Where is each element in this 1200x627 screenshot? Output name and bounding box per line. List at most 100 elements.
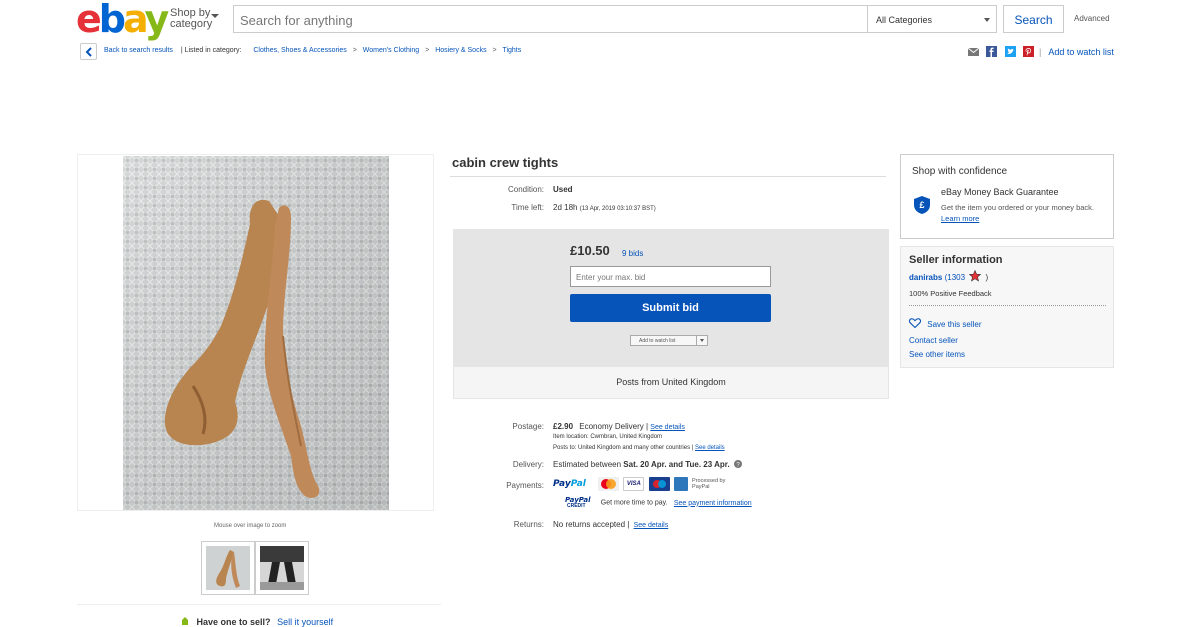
confidence-title: Shop with confidence: [912, 166, 1008, 177]
max-bid-input[interactable]: Enter your max. bid: [570, 266, 771, 287]
back-button[interactable]: [80, 43, 97, 60]
separator: |: [645, 422, 649, 431]
feedback-score-link[interactable]: (1303: [945, 273, 965, 282]
contact-seller-link[interactable]: Contact seller: [909, 336, 958, 345]
breadcrumb-separator: >: [492, 47, 497, 54]
returns-label: Returns:: [513, 520, 544, 529]
returns-value: No returns accepted | See details: [553, 520, 668, 529]
time-left-value: 2d 18h (13 Apr, 2019 03:10:37 BST): [553, 203, 656, 212]
visa-icon: VISA: [623, 477, 645, 491]
twitter-icon[interactable]: [1004, 46, 1016, 57]
paypal-credit-logo: PayPal CREDIT: [565, 496, 591, 510]
posts-to-see-details-link[interactable]: See details: [695, 445, 725, 451]
bid-count-link[interactable]: 9 bids: [622, 249, 643, 258]
chevron-left-icon: [85, 47, 92, 57]
advanced-search-link[interactable]: Advanced: [1074, 14, 1110, 23]
shield-icon: £: [914, 196, 930, 214]
pinterest-icon[interactable]: [1023, 46, 1035, 57]
chevron-down-icon: [211, 14, 219, 18]
postage-label: Postage:: [512, 422, 544, 431]
current-price: £10.50: [570, 243, 610, 258]
thumbnail-2[interactable]: [255, 541, 309, 595]
condition-label: Condition:: [507, 185, 544, 194]
delivery-value: Estimated between Sat. 20 Apr. and Tue. …: [553, 460, 742, 469]
thumbnail-1[interactable]: [201, 541, 255, 595]
payment-methods: PayPal VISA Processed by PayPal: [553, 477, 730, 495]
search-input[interactable]: Search for anything: [233, 5, 868, 33]
breadcrumb: Back to search results | Listed in categ…: [104, 47, 521, 54]
save-seller-link[interactable]: Save this seller: [908, 318, 981, 329]
separator: |: [627, 520, 630, 529]
breadcrumb-item-womens[interactable]: Women's Clothing: [363, 47, 419, 54]
postage-service: Economy Delivery: [579, 422, 644, 431]
search-button[interactable]: Search: [1003, 5, 1064, 33]
shop-with-confidence-panel: Shop with confidence £ eBay Money Back G…: [900, 154, 1114, 239]
see-payment-info-link[interactable]: See payment information: [674, 500, 752, 507]
facebook-icon[interactable]: [986, 46, 998, 57]
time-left: 2d 18h: [553, 203, 578, 212]
postage-see-details-link[interactable]: See details: [650, 424, 685, 431]
amex-icon: [673, 477, 688, 491]
condition-value: Used: [553, 185, 573, 194]
paypal-logo: PayPal: [553, 479, 586, 489]
listed-in-label: | Listed in category:: [180, 47, 242, 54]
ebay-logo[interactable]: ebay: [76, 0, 169, 38]
postage-value: £2.90 Economy Delivery | See details: [553, 422, 685, 431]
breadcrumb-item-clothes[interactable]: Clothes, Shoes & Accessories: [253, 47, 346, 54]
chevron-down-icon: [984, 18, 990, 22]
star-icon: [969, 269, 982, 282]
positive-feedback: 100% Positive Feedback: [909, 289, 992, 298]
breadcrumb-item-tights[interactable]: Tights: [502, 47, 521, 54]
svg-text:£: £: [919, 200, 924, 210]
shop-by-category-button[interactable]: Shop by category: [170, 8, 219, 30]
seller-name-link[interactable]: danirabs: [909, 273, 942, 282]
separator: |: [691, 445, 694, 451]
money-back-guarantee-desc: Get the item you ordered or your money b…: [941, 203, 1094, 223]
category-select[interactable]: All Categories: [867, 5, 997, 33]
time-left-label: Time left:: [511, 203, 544, 212]
money-back-guarantee-title: eBay Money Back Guarantee: [941, 187, 1059, 197]
payments-label: Payments:: [506, 481, 544, 490]
see-other-items-link[interactable]: See other items: [909, 350, 965, 359]
help-icon[interactable]: ?: [733, 460, 742, 469]
main-product-image[interactable]: [123, 156, 389, 510]
returns-see-details-link[interactable]: See details: [634, 522, 669, 529]
sell-it-yourself: Have one to sell? Sell it yourself: [181, 616, 333, 627]
breadcrumb-separator: >: [425, 47, 430, 54]
posts-from: Posts from United Kingdom: [453, 366, 889, 399]
zoom-hint: Mouse over image to zoom: [214, 523, 287, 529]
thumbnail-image: [216, 550, 240, 588]
thumbnail-image: [260, 546, 304, 590]
sell-it-yourself-link[interactable]: Sell it yourself: [277, 617, 333, 627]
image-gallery[interactable]: [77, 154, 434, 511]
tights-photo: [123, 156, 389, 510]
back-to-search-link[interactable]: Back to search results: [104, 47, 173, 54]
add-to-watch-list-top: | Add to watch list: [1039, 47, 1114, 57]
posts-to-text: Posts to: United Kingdom and many other …: [553, 445, 691, 451]
heart-icon: [908, 318, 922, 329]
category-label: category: [170, 18, 213, 30]
add-to-watch-list-button[interactable]: Add to watch list: [630, 335, 708, 346]
submit-bid-button[interactable]: Submit bid: [570, 294, 771, 322]
feedback-close: ): [985, 273, 989, 282]
separator: |: [1039, 47, 1042, 57]
delivery-text: Estimated between: [553, 460, 622, 469]
seller-info-title: Seller information: [909, 254, 1003, 266]
divider: [909, 305, 1106, 306]
returns-text: No returns accepted: [553, 520, 626, 529]
delivery-dates: Sat. 20 Apr. and Tue. 23 Apr.: [623, 460, 730, 469]
maestro-icon: [648, 477, 670, 491]
watch-list-dropdown[interactable]: [696, 336, 707, 345]
add-to-watch-list-link[interactable]: Add to watch list: [1048, 47, 1114, 57]
category-select-value: All Categories: [876, 15, 933, 25]
seller-information-panel: Seller information danirabs (1303 ) 100%…: [900, 246, 1114, 368]
delivery-label: Delivery:: [512, 460, 544, 469]
chevron-down-icon: [700, 339, 704, 342]
breadcrumb-separator: >: [352, 47, 357, 54]
paypal-credit-row: PayPal CREDIT Get more time to pay. See …: [553, 496, 752, 510]
share-icons: [968, 46, 1037, 58]
credit-text: Get more time to pay.: [600, 499, 668, 507]
email-icon[interactable]: [968, 46, 979, 57]
breadcrumb-item-hosiery[interactable]: Hosiery & Socks: [435, 47, 486, 54]
learn-more-link[interactable]: Learn more: [941, 214, 979, 223]
